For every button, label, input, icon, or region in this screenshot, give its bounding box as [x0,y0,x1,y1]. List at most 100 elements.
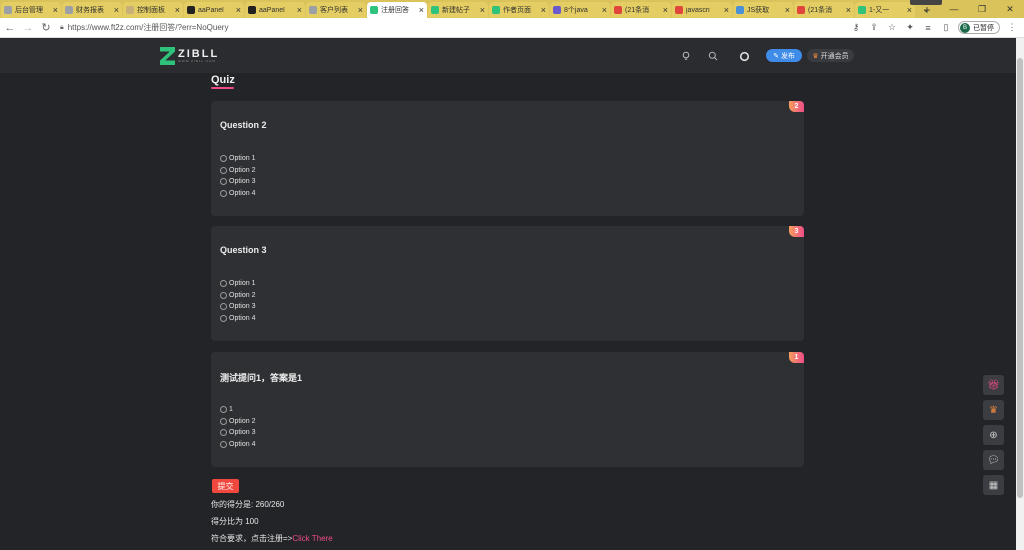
radio-button[interactable] [220,417,227,425]
register-link[interactable]: Click There [292,534,332,543]
favicon-icon [65,6,73,14]
reload-button[interactable]: ↻ [38,20,54,36]
publish-button[interactable]: ✎ 发布 [766,49,802,62]
vip-button[interactable]: ♛ 开通会员 [807,49,854,62]
close-tab-icon[interactable]: × [724,6,729,15]
browser-tab[interactable]: aaPanel × [245,2,305,18]
radio-button[interactable] [220,178,227,186]
close-tab-icon[interactable]: × [114,6,119,15]
tab-title: 控制面板 [137,7,165,14]
profile-button[interactable]: B 已暂停 [958,21,1000,34]
browser-tab[interactable]: 客户列表 × [306,2,366,18]
site-header [0,38,1016,73]
answer-option[interactable]: 1 [220,404,255,416]
browser-tab[interactable]: (21条消 × [794,2,854,18]
radio-button[interactable] [220,291,227,299]
answer-option[interactable]: Option 1 [220,278,255,290]
option-label: 1 [229,406,233,414]
key-icon[interactable]: ⚷ [850,22,862,34]
qualify-text: 符合要求，点击注册=> [211,534,293,543]
page-scrollbar[interactable] [1016,38,1024,550]
answer-option[interactable]: Option 1 [220,153,255,165]
tab-title: 8个java [564,7,588,14]
restore-button[interactable]: ❐ [968,0,996,18]
radio-button[interactable] [220,314,227,322]
browser-tab[interactable]: (21条消 × [611,2,671,18]
answer-option[interactable]: Option 2 [220,290,255,302]
answer-option[interactable]: Option 4 [220,439,255,451]
question-title: 测试提问1，答案是1 [220,373,303,383]
close-window-button[interactable]: ✕ [996,0,1024,18]
sidepanel-icon[interactable]: ▯ [940,22,952,34]
browser-tab[interactable]: 8个java × [550,2,610,18]
radio-button[interactable] [220,303,227,311]
browser-tab[interactable]: 后台管理 × [1,2,61,18]
favicon-icon [126,6,134,14]
wechat-button[interactable]: 💬︎ [983,450,1004,470]
radio-button[interactable] [220,166,227,174]
lightbulb-icon[interactable] [680,50,692,62]
site-logo[interactable]: ZIBLL WWW.ZIBLL.COM [160,47,219,65]
answer-option[interactable]: Option 4 [220,313,255,325]
close-tab-icon[interactable]: × [480,6,485,15]
browser-tab[interactable]: 控制面板 × [123,2,183,18]
favicon-icon [4,6,12,14]
favicon-icon [370,6,378,14]
submit-button[interactable]: 提交 [212,479,239,493]
radio-button[interactable] [220,280,227,288]
answer-option[interactable]: Option 3 [220,301,255,313]
close-tab-icon[interactable]: × [785,6,790,15]
close-tab-icon[interactable]: × [175,6,180,15]
close-tab-icon[interactable]: × [53,6,58,15]
browser-tab[interactable]: JS获取 × [733,2,793,18]
tab-title: 后台管理 [15,7,43,14]
gift-button[interactable]: 🎁︎ [983,375,1004,395]
plus-circle-button[interactable]: ⊕ [983,425,1004,445]
option-list: Option 1 Option 2 Option 3 Option 4 [220,278,255,324]
answer-option[interactable]: Option 3 [220,176,255,188]
bookmark-star-icon[interactable]: ☆ [886,22,898,34]
close-tab-icon[interactable]: × [419,6,424,15]
favicon-icon [492,6,500,14]
close-tab-icon[interactable]: × [297,6,302,15]
answer-option[interactable]: Option 3 [220,427,255,439]
tab-title: aaPanel [259,6,285,14]
forward-button[interactable]: → [20,20,36,36]
close-tab-icon[interactable]: × [541,6,546,15]
browser-tab[interactable]: javascri × [672,2,732,18]
browser-tab[interactable]: 1-又一 × [855,2,915,18]
qrcode-button[interactable]: ▦ [983,475,1004,495]
close-tab-icon[interactable]: × [663,6,668,15]
radio-button[interactable] [220,155,227,163]
more-menu-icon[interactable]: ⋮ [1006,22,1018,34]
radio-button[interactable] [220,429,227,437]
radio-button[interactable] [220,406,227,414]
answer-option[interactable]: Option 2 [220,165,255,177]
radio-button[interactable] [220,189,227,197]
browser-tab[interactable]: 新建帖子 × [428,2,488,18]
search-icon[interactable] [707,50,719,62]
answer-option[interactable]: Option 4 [220,188,255,200]
extensions-icon[interactable]: ✦ [904,22,916,34]
browser-tab[interactable]: 作者页面 × [489,2,549,18]
radio-button[interactable] [220,440,227,448]
browser-tab[interactable]: 注册回答 × [367,2,427,18]
minimize-button[interactable]: — [940,0,968,18]
share-icon[interactable]: ⇪ [868,22,880,34]
theme-toggle-icon[interactable] [738,50,750,62]
crown-icon: ♛ [812,52,819,60]
option-list: Option 1 Option 2 Option 3 Option 4 [220,153,255,199]
close-tab-icon[interactable]: × [846,6,851,15]
crown-button[interactable]: ♛ [983,400,1004,420]
browser-tab[interactable]: aaPanel × [184,2,244,18]
menu-sidepanel-icon[interactable]: ≡ [922,22,934,34]
close-tab-icon[interactable]: × [358,6,363,15]
close-tab-icon[interactable]: × [602,6,607,15]
close-tab-icon[interactable]: × [236,6,241,15]
tab-search-icon[interactable]: ⌄ [912,0,940,18]
answer-option[interactable]: Option 2 [220,416,255,428]
back-button[interactable]: ← [2,20,18,36]
url-field[interactable]: 🔒︎ https://www.ft2z.com/注册回答/?err=NoQuer… [60,20,850,35]
browser-tab[interactable]: 财务报表 × [62,2,122,18]
scrollbar-thumb[interactable] [1017,58,1023,498]
